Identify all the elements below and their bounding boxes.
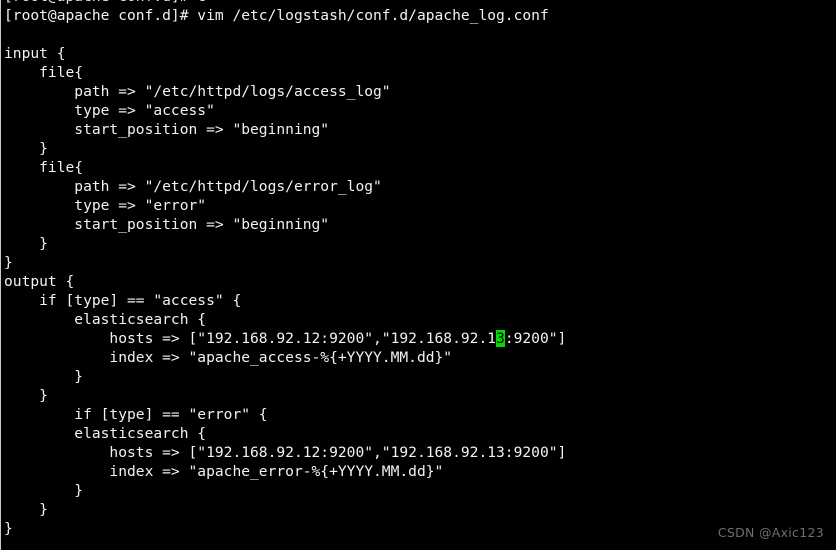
code-line-start-position-access: start_position => "beginning" — [4, 121, 330, 138]
terminal-line-previous-prompt: [root@apache conf.d]# c — [4, 0, 836, 6]
code-line-index-access: index => "apache_access-%{+YYYY.MM.dd}" — [4, 349, 453, 366]
code-line-input-open: input { — [4, 45, 66, 62]
code-line-hosts-access: hosts => ["192.168.92.12:9200","192.168.… — [4, 329, 836, 348]
code-line-output-close: } — [4, 520, 13, 537]
code-line-elasticsearch-open-2: elasticsearch { — [4, 425, 207, 442]
code-line-type-access: type => "access" — [4, 102, 215, 119]
code-line-file-close-2: } — [4, 235, 48, 252]
code-line-elasticsearch-close-2: } — [4, 482, 84, 499]
code-line-start-position-error: start_position => "beginning" — [4, 216, 330, 233]
code-line-input-close: } — [4, 254, 13, 271]
hosts-access-before-cursor: hosts => ["192.168.92.12:9200","192.168.… — [4, 330, 497, 347]
code-line-if-access: if [type] == "access" { — [4, 292, 242, 309]
code-line-file-open-1: file{ — [4, 64, 84, 81]
code-line-elasticsearch-open-1: elasticsearch { — [4, 311, 207, 328]
terminal-window[interactable]: [root@apache conf.d]# c [root@apache con… — [0, 0, 836, 550]
code-line-output-open: output { — [4, 273, 75, 290]
watermark: CSDN @Axic123 — [717, 525, 824, 540]
code-line-type-error: type => "error" — [4, 197, 207, 214]
code-line-file-open-2: file{ — [4, 159, 84, 176]
code-line-if-access-close: } — [4, 387, 48, 404]
code-line-hosts-error: hosts => ["192.168.92.12:9200","192.168.… — [4, 444, 567, 461]
terminal-screen: [root@apache conf.d]# c [root@apache con… — [1, 0, 836, 538]
code-line-path-error: path => "/etc/httpd/logs/error_log" — [4, 178, 382, 195]
code-line-elasticsearch-close-1: } — [4, 368, 84, 385]
terminal-line-command: [root@apache conf.d]# vim /etc/logstash/… — [4, 7, 549, 24]
code-line-path-access: path => "/etc/httpd/logs/access_log" — [4, 83, 391, 100]
text-cursor[interactable]: 3 — [496, 330, 505, 347]
code-line-index-error: index => "apache_error-%{+YYYY.MM.dd}" — [4, 463, 444, 480]
code-line-if-error: if [type] == "error" { — [4, 406, 268, 423]
code-line-if-error-close: } — [4, 501, 48, 518]
code-line-file-close-1: } — [4, 140, 48, 157]
previous-prompt-text: [root@apache conf.d]# c — [4, 0, 836, 6]
hosts-access-after-cursor: :9200"] — [504, 330, 567, 347]
